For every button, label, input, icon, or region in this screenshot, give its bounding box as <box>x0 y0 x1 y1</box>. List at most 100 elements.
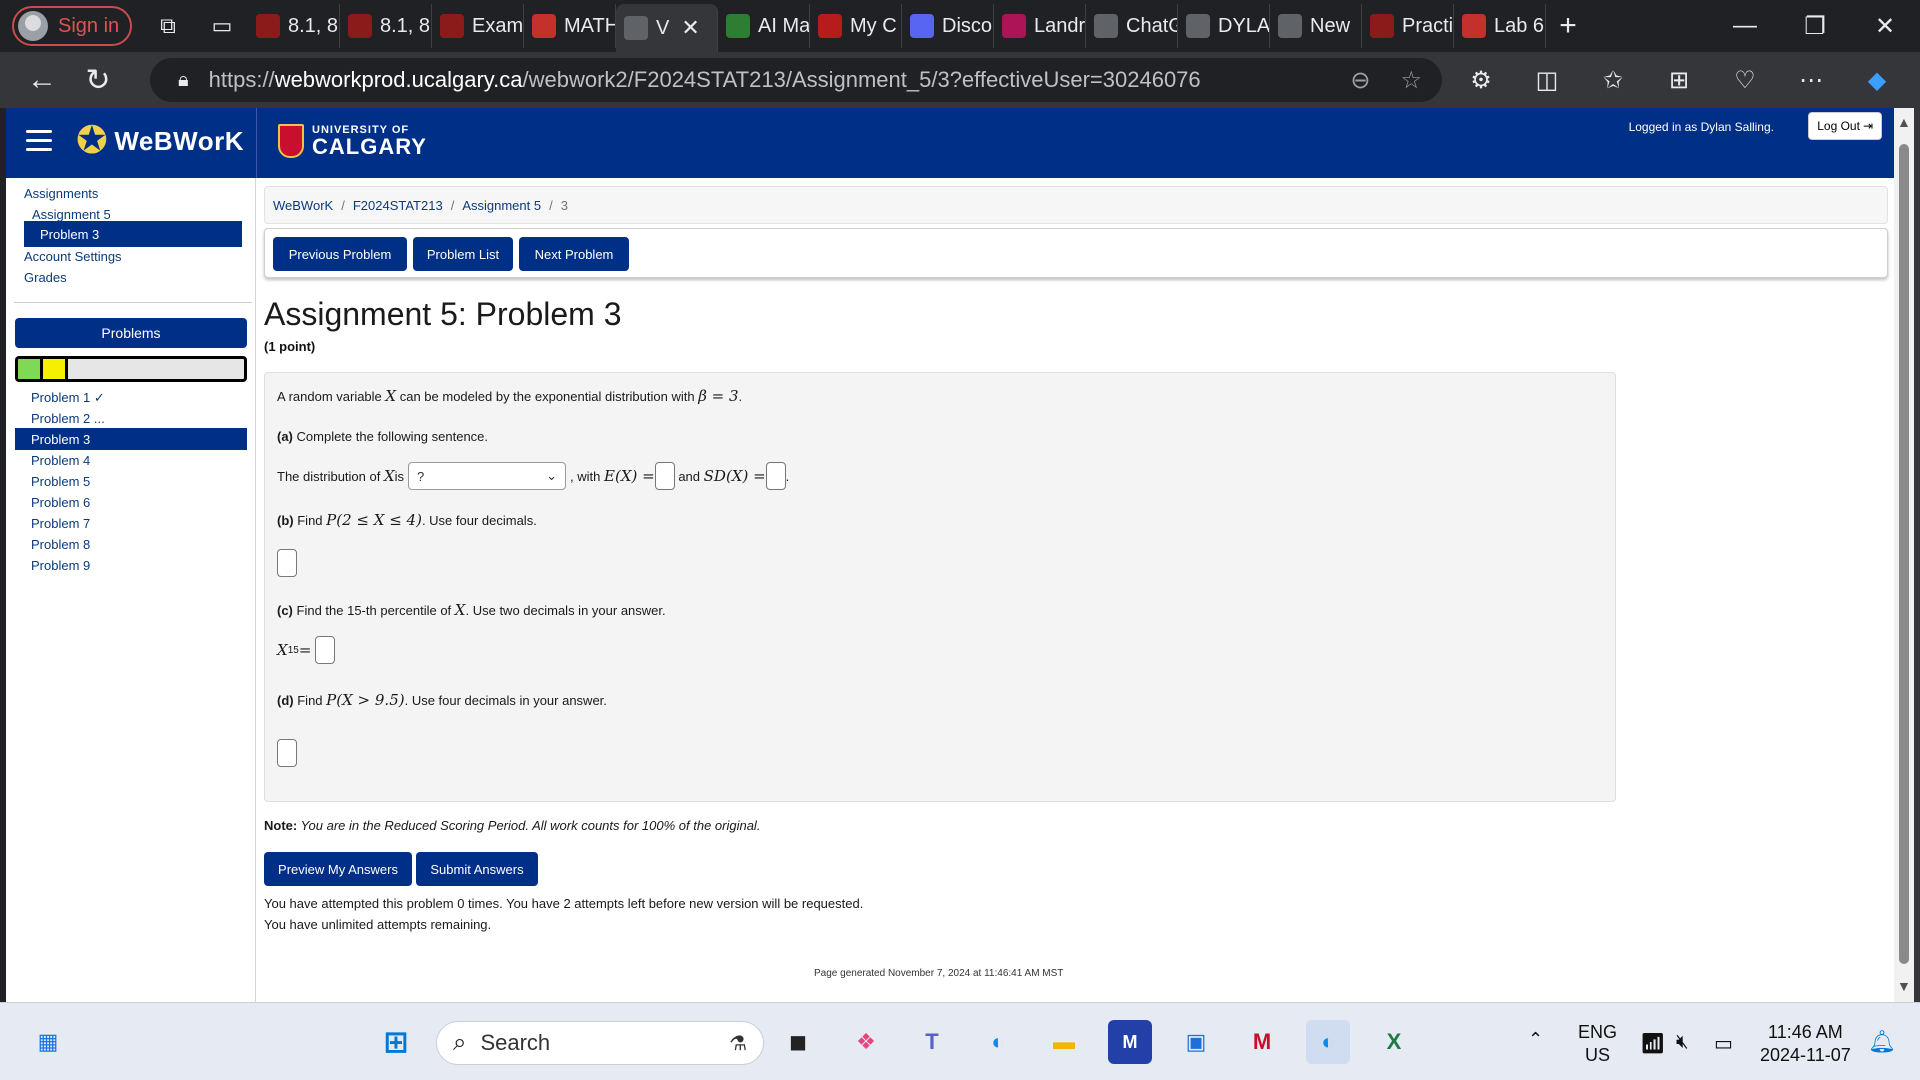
sidebar-account-settings[interactable]: Account Settings <box>24 249 122 264</box>
wifi-icon[interactable]: 📶︎ <box>1640 1031 1665 1056</box>
taskbar-search[interactable]: ⌕ Search ⚗ <box>436 1021 764 1065</box>
edge-pinned-icon[interactable]: ◐ <box>976 1020 1020 1064</box>
logout-button[interactable]: Log Out ⇥ <box>1808 112 1882 140</box>
profile-button[interactable]: Sign in <box>12 6 132 46</box>
collections-icon[interactable]: ⊞ <box>1646 66 1712 95</box>
widgets-icon[interactable]: ▦ <box>26 1020 70 1064</box>
sidebar-grades[interactable]: Grades <box>24 270 67 285</box>
sidebar-problem-item[interactable]: Problem 3 <box>15 428 247 450</box>
scroll-up-icon[interactable]: ▲ <box>1897 114 1911 130</box>
back-icon[interactable]: ← <box>14 52 70 108</box>
scroll-thumb[interactable] <box>1899 144 1909 964</box>
webwork-logo[interactable]: ✪ WeBWorK <box>76 122 244 160</box>
sidebar-problem-item[interactable]: Problem 7 <box>31 516 90 531</box>
distribution-select[interactable]: ? ⌄ <box>408 462 567 490</box>
edge-active-icon[interactable]: ◐ <box>1306 1020 1350 1064</box>
split-screen-icon[interactable]: ◫ <box>1514 66 1580 95</box>
browser-tab[interactable]: V ✕ <box>616 4 718 52</box>
part-d-input[interactable] <box>277 739 297 767</box>
refresh-icon[interactable]: ↻ <box>70 52 126 108</box>
browser-tab[interactable]: DYLA <box>1178 4 1270 48</box>
address-bar: ← ↻ 🔒︎ https://webworkprod.ucalgary.ca/w… <box>0 52 1920 108</box>
scroll-down-icon[interactable]: ▼ <box>1897 978 1911 994</box>
browser-tab[interactable]: ChatG <box>1086 4 1178 48</box>
browser-tab[interactable]: My C <box>810 4 902 48</box>
task-view-icon[interactable]: ◼ <box>776 1020 820 1064</box>
start-icon[interactable]: ⊞ <box>374 1020 418 1064</box>
tab-label: Practi <box>1402 14 1454 37</box>
browser-tab[interactable]: Practi <box>1362 4 1454 48</box>
store-icon[interactable]: ▣ <box>1174 1020 1218 1064</box>
submit-answers-button[interactable]: Submit Answers <box>416 852 538 886</box>
tab-actions-icon[interactable]: ▭ <box>200 4 244 48</box>
tray-expand-icon[interactable]: ⌃ <box>1528 1029 1543 1050</box>
expected-value-input[interactable] <box>654 462 675 490</box>
browser-tab[interactable]: MATH <box>524 4 616 48</box>
battery-icon[interactable]: ▭ <box>1714 1031 1733 1056</box>
sidebar-problem-item[interactable]: Problem 4 <box>31 453 90 468</box>
mcafee-icon[interactable]: M <box>1240 1020 1284 1064</box>
sidebar-assignment-5[interactable]: Assignment 5 <box>32 207 111 222</box>
page-scrollbar[interactable]: ▲ ▼ <box>1894 108 1914 1002</box>
sidebar-problem-item[interactable]: Problem 6 <box>31 495 90 510</box>
problem-list-button[interactable]: Problem List <box>413 237 513 271</box>
mathway-icon[interactable]: M <box>1108 1020 1152 1064</box>
url-input[interactable]: 🔒︎ https://webworkprod.ucalgary.ca/webwo… <box>150 58 1442 102</box>
sidebar-problem-item[interactable]: Problem 1 ✓ <box>31 390 105 406</box>
webwork-star-icon: ✪ <box>76 120 109 162</box>
restore-icon[interactable]: ❐ <box>1780 0 1850 52</box>
browser-essentials-icon[interactable]: ♡ <box>1712 66 1778 95</box>
webwork-logo-text: WeBWorK <box>114 125 244 156</box>
menu-icon[interactable] <box>26 130 52 152</box>
language-indicator[interactable]: ENG US <box>1578 1021 1617 1067</box>
sd-input[interactable] <box>765 462 786 490</box>
more-options-icon[interactable]: ⋯ <box>1778 66 1844 95</box>
university-logo[interactable]: UNIVERSITY OF CALGARY <box>278 124 427 158</box>
url-scheme: https:// <box>208 67 275 92</box>
browser-tab[interactable]: Exam <box>432 4 524 48</box>
favorites-icon[interactable]: ✩ <box>1580 66 1646 95</box>
copilot-taskbar-icon[interactable]: ❖ <box>844 1020 888 1064</box>
new-tab-icon[interactable]: + <box>1546 4 1590 48</box>
sidebar-problem-item[interactable]: Problem 5 <box>31 474 90 489</box>
browser-tab[interactable]: AI Ma <box>718 4 810 48</box>
breadcrumb-item[interactable]: Assignment 5 <box>462 198 541 213</box>
clock[interactable]: 11:46 AM 2024-11-07 <box>1760 1021 1851 1067</box>
sidebar-problem-3[interactable]: Problem 3 <box>24 221 242 247</box>
problem-body: A random variable X can be modeled by th… <box>264 372 1616 802</box>
minimize-icon[interactable]: — <box>1710 0 1780 52</box>
browser-tab[interactable]: 8.1, 8 <box>340 4 432 48</box>
zoom-icon[interactable]: ⊖ <box>1350 66 1370 95</box>
close-window-icon[interactable]: ✕ <box>1850 0 1920 52</box>
breadcrumb-item: 3 <box>560 197 568 213</box>
previous-problem-button[interactable]: Previous Problem <box>273 237 407 271</box>
browser-tab[interactable]: Landr <box>994 4 1086 48</box>
sidebar-assignments[interactable]: Assignments <box>24 186 98 201</box>
browser-tab[interactable]: Disco <box>902 4 994 48</box>
sidebar-problem-item[interactable]: Problem 8 <box>31 537 90 552</box>
file-explorer-icon[interactable]: ▬ <box>1042 1020 1086 1064</box>
close-tab-icon[interactable]: ✕ <box>681 15 699 41</box>
notification-bell-icon[interactable]: 🔔︎ <box>1868 1029 1896 1055</box>
part-c-input[interactable] <box>315 636 336 664</box>
tab-label: ChatG <box>1126 14 1177 37</box>
breadcrumb-separator: / <box>341 197 345 213</box>
copilot-icon[interactable]: ◆ <box>1844 66 1910 95</box>
extensions-icon[interactable]: ⚙ <box>1448 66 1514 95</box>
browser-tab[interactable]: Lab 6 <box>1454 4 1546 48</box>
sidebar-problem-item[interactable]: Problem 9 <box>31 558 90 573</box>
sidebar-problem-item[interactable]: Problem 2 ... <box>31 411 105 426</box>
teams-icon[interactable]: T <box>910 1020 954 1064</box>
breadcrumb-item[interactable]: F2024STAT213 <box>353 198 443 213</box>
preview-answers-button[interactable]: Preview My Answers <box>264 852 412 886</box>
browser-tab[interactable]: 8.1, 8 <box>248 4 340 48</box>
browser-tab[interactable]: New <box>1270 4 1362 48</box>
volume-muted-icon[interactable]: 🔇︎ <box>1676 1031 1689 1054</box>
excel-icon[interactable]: X <box>1372 1020 1416 1064</box>
breadcrumb-item[interactable]: WeBWorK <box>273 198 333 213</box>
favorite-star-icon[interactable]: ☆ <box>1400 66 1422 95</box>
part-b-input[interactable] <box>277 549 297 577</box>
workspaces-icon[interactable]: ⧉ <box>146 4 190 48</box>
next-problem-button[interactable]: Next Problem <box>519 237 629 271</box>
tab-label: Landr <box>1034 14 1086 37</box>
